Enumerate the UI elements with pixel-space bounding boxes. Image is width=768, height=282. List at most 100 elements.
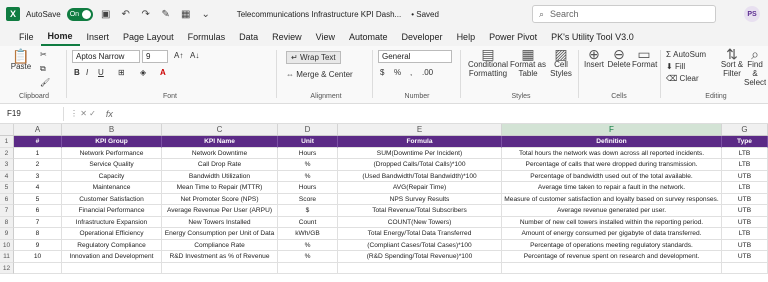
- font-name-select[interactable]: Aptos Narrow: [72, 50, 140, 63]
- table-cell[interactable]: %: [278, 159, 338, 171]
- copy-icon[interactable]: ⧉: [40, 64, 46, 73]
- row-number[interactable]: 2: [0, 147, 14, 159]
- table-cell[interactable]: Total Energy/Total Data Transferred: [338, 228, 502, 240]
- percent-icon[interactable]: %: [394, 68, 401, 77]
- table-cell[interactable]: Hours: [278, 147, 338, 159]
- decrease-font-icon[interactable]: A↓: [190, 51, 199, 60]
- increase-font-icon[interactable]: A↑: [174, 51, 183, 60]
- font-size-select[interactable]: 9: [142, 50, 168, 63]
- undo-icon[interactable]: ↶: [119, 9, 133, 20]
- table-cell[interactable]: New Towers Installed: [162, 216, 278, 228]
- format-painter-icon[interactable]: ✎: [159, 9, 173, 20]
- quick-access-icon[interactable]: ▦: [179, 9, 193, 20]
- table-header-cell[interactable]: Type: [722, 136, 768, 148]
- autosum-button[interactable]: Σ AutoSum: [666, 50, 706, 59]
- customize-icon[interactable]: ⌄: [199, 9, 213, 20]
- row-number[interactable]: 7: [0, 205, 14, 217]
- table-header-cell[interactable]: Definition: [502, 136, 722, 148]
- sort-filter-button[interactable]: ⇅ Sort & Filter: [720, 47, 744, 78]
- table-cell[interactable]: LTB: [722, 182, 768, 194]
- decimal-icon[interactable]: .00: [422, 68, 433, 77]
- table-cell[interactable]: Network Performance: [62, 147, 162, 159]
- table-cell[interactable]: [502, 262, 722, 274]
- table-cell[interactable]: [278, 262, 338, 274]
- find-select-button[interactable]: ⌕ Find & Select: [744, 50, 766, 87]
- table-cell[interactable]: 1: [14, 147, 62, 159]
- table-cell[interactable]: %: [278, 251, 338, 263]
- format-painter-button[interactable]: 🖌: [40, 78, 50, 87]
- menu-automate[interactable]: Automate: [342, 28, 395, 46]
- table-cell[interactable]: 6: [14, 205, 62, 217]
- menu-utility-tool[interactable]: PK's Utility Tool V3.0: [544, 28, 641, 46]
- format-button[interactable]: ▭ Format: [632, 47, 657, 69]
- table-cell[interactable]: Net Promoter Score (NPS): [162, 193, 278, 205]
- redo-icon[interactable]: ↷: [139, 9, 153, 20]
- search-box[interactable]: ⌕ Search: [532, 5, 716, 23]
- column-header[interactable]: B: [62, 124, 162, 135]
- underline-icon[interactable]: U: [98, 68, 104, 77]
- table-cell[interactable]: 8: [14, 228, 62, 240]
- table-cell[interactable]: 7: [14, 216, 62, 228]
- table-cell[interactable]: Financial Performance: [62, 205, 162, 217]
- table-cell[interactable]: Average revenue generated per user.: [502, 205, 722, 217]
- delete-button[interactable]: ⊖ Delete: [606, 47, 632, 69]
- avatar[interactable]: PS: [744, 6, 760, 22]
- table-cell[interactable]: Percentage of revenue spent on research …: [502, 251, 722, 263]
- cell-styles-button[interactable]: ▨ Cell Styles: [546, 47, 576, 78]
- table-cell[interactable]: Total hours the network was down across …: [502, 147, 722, 159]
- table-cell[interactable]: %: [278, 170, 338, 182]
- table-cell[interactable]: Infrastructure Expansion: [62, 216, 162, 228]
- insert-button[interactable]: ⊕ Insert: [582, 47, 606, 69]
- fill-button[interactable]: ⬇ Fill: [666, 62, 685, 71]
- table-header-cell[interactable]: KPI Name: [162, 136, 278, 148]
- table-cell[interactable]: UTB: [722, 239, 768, 251]
- table-cell[interactable]: Compliance Rate: [162, 239, 278, 251]
- table-cell[interactable]: LTB: [722, 228, 768, 240]
- table-cell[interactable]: [14, 262, 62, 274]
- table-cell[interactable]: (Dropped Calls/Total Calls)*100: [338, 159, 502, 171]
- table-cell[interactable]: Percentage of operations meeting regulat…: [502, 239, 722, 251]
- table-cell[interactable]: Maintenance: [62, 182, 162, 194]
- table-cell[interactable]: COUNT(New Towers): [338, 216, 502, 228]
- italic-icon[interactable]: I: [86, 68, 88, 77]
- menu-developer[interactable]: Developer: [395, 28, 450, 46]
- menu-file[interactable]: File: [12, 28, 41, 46]
- menu-home[interactable]: Home: [40, 28, 80, 46]
- table-cell[interactable]: 2: [14, 159, 62, 171]
- table-cell[interactable]: (Used Bandwidth/Total Bandwidth)*100: [338, 170, 502, 182]
- table-cell[interactable]: UTB: [722, 251, 768, 263]
- table-cell[interactable]: Innovation and Development: [62, 251, 162, 263]
- column-header[interactable]: F: [502, 124, 722, 135]
- table-cell[interactable]: Operational Efficiency: [62, 228, 162, 240]
- table-cell[interactable]: Score: [278, 193, 338, 205]
- font-color-icon[interactable]: A: [160, 68, 166, 77]
- spreadsheet-grid[interactable]: A B C D E F G 1 # KPI Group KPI Name Unit For…: [0, 124, 768, 274]
- menu-review[interactable]: Review: [265, 28, 309, 46]
- formula-controls-icon[interactable]: ⋮ ✕ ✓: [70, 109, 96, 118]
- table-cell[interactable]: Capacity: [62, 170, 162, 182]
- row-number[interactable]: 8: [0, 216, 14, 228]
- name-box[interactable]: F19: [4, 106, 64, 121]
- borders-icon[interactable]: ⊞: [118, 68, 125, 77]
- table-cell[interactable]: kWh/GB: [278, 228, 338, 240]
- column-header[interactable]: D: [278, 124, 338, 135]
- currency-icon[interactable]: $: [380, 68, 384, 77]
- table-cell[interactable]: $: [278, 205, 338, 217]
- table-cell[interactable]: Call Drop Rate: [162, 159, 278, 171]
- row-number[interactable]: 4: [0, 170, 14, 182]
- table-cell[interactable]: 5: [14, 193, 62, 205]
- clear-button[interactable]: ⌫ Clear: [666, 74, 699, 83]
- table-cell[interactable]: [722, 262, 768, 274]
- table-cell[interactable]: [62, 262, 162, 274]
- fx-icon[interactable]: fx: [106, 109, 113, 119]
- column-header[interactable]: E: [338, 124, 502, 135]
- table-cell[interactable]: Measure of customer satisfaction and loy…: [502, 193, 722, 205]
- menu-insert[interactable]: Insert: [80, 28, 117, 46]
- table-cell[interactable]: Count: [278, 216, 338, 228]
- table-cell[interactable]: 3: [14, 170, 62, 182]
- menu-data[interactable]: Data: [232, 28, 265, 46]
- conditional-formatting-button[interactable]: ▤ Conditional Formatting: [466, 47, 510, 78]
- bold-icon[interactable]: B: [74, 68, 80, 77]
- table-cell[interactable]: Bandwidth Utilization: [162, 170, 278, 182]
- fill-color-icon[interactable]: ◈: [140, 68, 146, 77]
